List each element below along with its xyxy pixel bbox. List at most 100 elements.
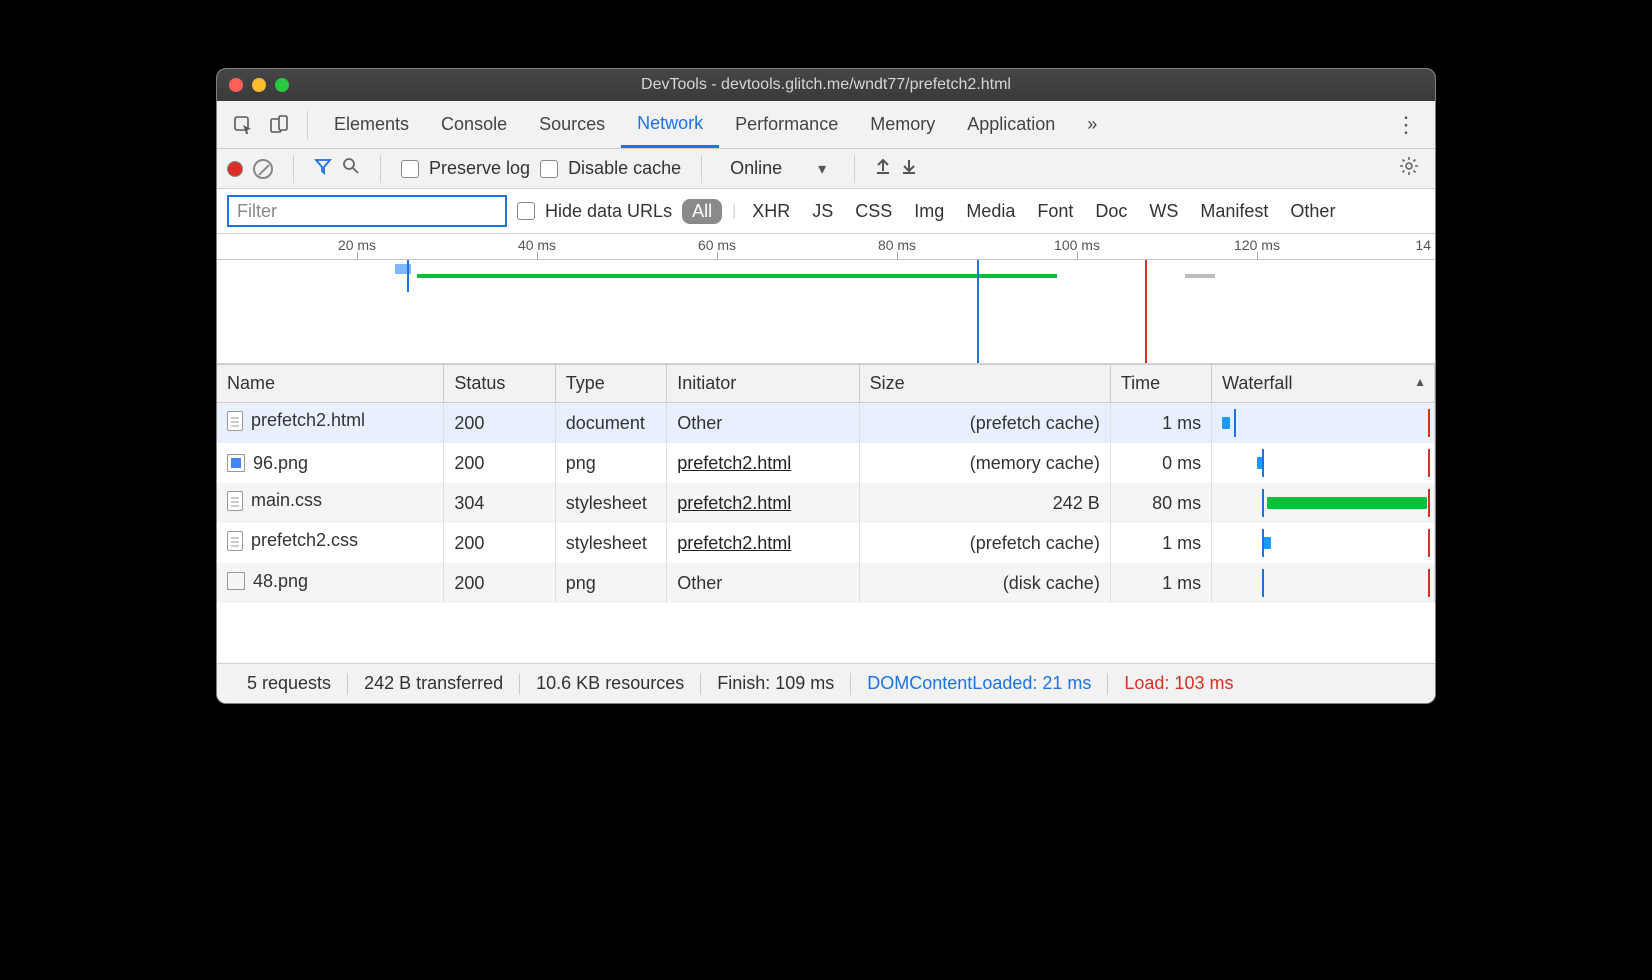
- table-row[interactable]: 48.png200pngOther(disk cache)1 ms: [217, 563, 1435, 603]
- preserve-log-label: Preserve log: [429, 158, 530, 179]
- status-value: 200: [444, 563, 555, 603]
- initiator-value: prefetch2.html: [667, 483, 859, 523]
- table-header-row: Name Status Type Initiator Size Time Wat…: [217, 365, 1435, 403]
- filter-chip-js[interactable]: JS: [806, 199, 839, 224]
- filter-chip-xhr[interactable]: XHR: [746, 199, 796, 224]
- disable-cache-checkbox[interactable]: [540, 160, 558, 178]
- tab-performance[interactable]: Performance: [719, 101, 854, 148]
- request-name: 48.png: [253, 571, 308, 592]
- maximize-icon[interactable]: [275, 78, 289, 92]
- document-icon: [227, 531, 243, 551]
- status-value: 200: [444, 403, 555, 444]
- tab-application[interactable]: Application: [951, 101, 1071, 148]
- waterfall-dcl-line: [1262, 449, 1264, 477]
- col-size[interactable]: Size: [859, 365, 1110, 403]
- separator: [380, 155, 381, 183]
- separator: [307, 111, 308, 139]
- timeline-overview[interactable]: 20 ms 40 ms 60 ms 80 ms 100 ms 120 ms 14: [217, 234, 1435, 364]
- filter-chip-doc[interactable]: Doc: [1089, 199, 1133, 224]
- time-value: 1 ms: [1110, 523, 1211, 563]
- record-icon[interactable]: [227, 161, 243, 177]
- timeline-ruler: 20 ms 40 ms 60 ms 80 ms 100 ms 120 ms 14: [217, 234, 1435, 260]
- filter-icon[interactable]: [314, 157, 332, 180]
- settings-icon[interactable]: [1393, 156, 1425, 182]
- time-value: 1 ms: [1110, 403, 1211, 444]
- clear-icon[interactable]: [253, 159, 273, 179]
- filter-chip-manifest[interactable]: Manifest: [1194, 199, 1274, 224]
- col-waterfall[interactable]: Waterfall▲: [1212, 365, 1435, 403]
- overview-request-bar: [417, 274, 1057, 278]
- type-value: png: [555, 443, 666, 483]
- overview-request-bar: [1185, 274, 1215, 278]
- preserve-log-checkbox[interactable]: [401, 160, 419, 178]
- size-value: (prefetch cache): [859, 523, 1110, 563]
- waterfall-cell: [1212, 483, 1435, 523]
- time-value: 1 ms: [1110, 563, 1211, 603]
- network-toolbar: Preserve log Disable cache Online ▾: [217, 149, 1435, 189]
- waterfall-bar: [1267, 497, 1427, 509]
- type-value: stylesheet: [555, 483, 666, 523]
- inspect-icon[interactable]: [229, 111, 257, 139]
- overview-dcl-line: [977, 260, 979, 363]
- hide-data-urls-checkbox[interactable]: [517, 202, 535, 220]
- tab-console[interactable]: Console: [425, 101, 523, 148]
- waterfall-cell: [1212, 523, 1435, 563]
- col-type[interactable]: Type: [555, 365, 666, 403]
- separator: [854, 155, 855, 183]
- initiator-value: prefetch2.html: [667, 443, 859, 483]
- device-toggle-icon[interactable]: [265, 111, 293, 139]
- filter-chip-img[interactable]: Img: [908, 199, 950, 224]
- status-transferred: 242 B transferred: [348, 673, 519, 694]
- status-value: 200: [444, 443, 555, 483]
- filter-input[interactable]: [227, 195, 507, 227]
- close-icon[interactable]: [229, 78, 243, 92]
- tab-network[interactable]: Network: [621, 101, 719, 148]
- filter-chip-other[interactable]: Other: [1284, 199, 1341, 224]
- col-initiator[interactable]: Initiator: [667, 365, 859, 403]
- initiator-link[interactable]: prefetch2.html: [677, 453, 791, 473]
- titlebar: DevTools - devtools.glitch.me/wndt77/pre…: [217, 69, 1435, 101]
- throttling-select[interactable]: Online ▾: [722, 158, 834, 179]
- table-row[interactable]: 96.png200pngprefetch2.html(memory cache)…: [217, 443, 1435, 483]
- initiator-link[interactable]: prefetch2.html: [677, 533, 791, 553]
- image-icon: [227, 454, 245, 472]
- table-row[interactable]: prefetch2.html200documentOther(prefetch …: [217, 403, 1435, 444]
- document-icon: [227, 491, 243, 511]
- upload-har-icon[interactable]: [875, 157, 891, 180]
- throttling-value: Online: [730, 158, 782, 179]
- type-value: png: [555, 563, 666, 603]
- initiator-link[interactable]: prefetch2.html: [677, 493, 791, 513]
- waterfall-load-line: [1428, 449, 1430, 477]
- filter-chip-ws[interactable]: WS: [1143, 199, 1184, 224]
- request-name: prefetch2.html: [251, 410, 365, 431]
- waterfall-cell: [1212, 403, 1435, 444]
- search-icon[interactable]: [342, 157, 360, 180]
- size-value: 242 B: [859, 483, 1110, 523]
- overview-dcl-line: [407, 260, 409, 292]
- minimize-icon[interactable]: [252, 78, 266, 92]
- download-har-icon[interactable]: [901, 157, 917, 180]
- filter-chip-media[interactable]: Media: [960, 199, 1021, 224]
- filter-chip-css[interactable]: CSS: [849, 199, 898, 224]
- tab-elements[interactable]: Elements: [318, 101, 425, 148]
- waterfall-dcl-line: [1234, 409, 1236, 437]
- col-status[interactable]: Status: [444, 365, 555, 403]
- type-value: stylesheet: [555, 523, 666, 563]
- table-row[interactable]: prefetch2.css200stylesheetprefetch2.html…: [217, 523, 1435, 563]
- table-row[interactable]: main.css304stylesheetprefetch2.html242 B…: [217, 483, 1435, 523]
- filter-chip-font[interactable]: Font: [1031, 199, 1079, 224]
- tab-sources[interactable]: Sources: [523, 101, 621, 148]
- waterfall-load-line: [1428, 409, 1430, 437]
- col-name[interactable]: Name: [217, 365, 444, 403]
- more-menu-icon[interactable]: ⋮: [1385, 112, 1427, 138]
- waterfall-load-line: [1428, 569, 1430, 597]
- type-value: document: [555, 403, 666, 444]
- time-value: 0 ms: [1110, 443, 1211, 483]
- tab-memory[interactable]: Memory: [854, 101, 951, 148]
- window-title: DevTools - devtools.glitch.me/wndt77/pre…: [217, 76, 1435, 94]
- filter-chip-all[interactable]: All: [682, 199, 722, 224]
- col-time[interactable]: Time: [1110, 365, 1211, 403]
- hide-data-urls-label: Hide data URLs: [545, 201, 672, 222]
- status-dcl: DOMContentLoaded: 21 ms: [851, 673, 1107, 694]
- tabs-overflow[interactable]: »: [1071, 101, 1113, 148]
